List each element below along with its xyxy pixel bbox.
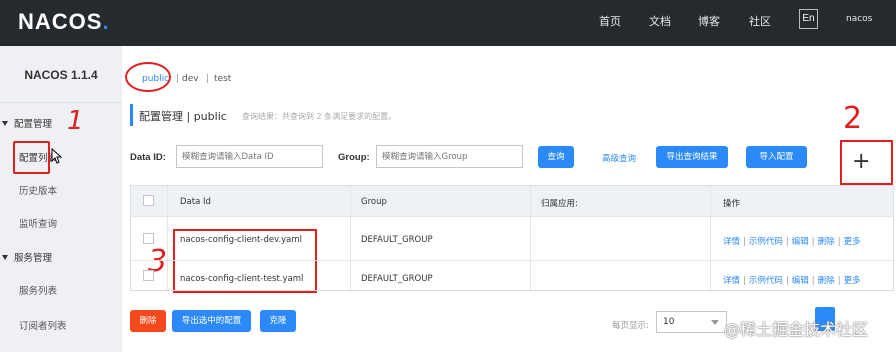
row-checkbox[interactable] [143, 233, 154, 244]
namespace-separator: | [206, 74, 210, 84]
caret-down-icon [2, 121, 8, 126]
watermark: @稀土掘金技术社区 [724, 320, 869, 339]
namespace-tab-test[interactable]: test [214, 74, 231, 84]
version-label: NACOS 1.1.4 [24, 68, 98, 82]
nav-docs[interactable]: 文档 [649, 13, 671, 29]
data-id-field[interactable] [176, 145, 323, 168]
chevron-down-icon [711, 320, 719, 325]
more-link[interactable]: 更多 [844, 237, 861, 247]
advanced-query-link[interactable]: 高级查询 [602, 152, 636, 164]
nav-blog[interactable]: 博客 [698, 13, 720, 29]
row-data-id: nacos-config-client-test.yaml [180, 274, 304, 284]
column-header-group: Group [361, 197, 387, 207]
data-id-label: Data ID: [130, 152, 166, 163]
nacos-logo[interactable]: NACOS. [18, 9, 110, 35]
sidebar-item-listener[interactable]: 监听查询 [19, 216, 57, 230]
sample-code-link[interactable]: 示例代码 [749, 237, 783, 247]
delete-selected-button[interactable]: 删除 [130, 310, 166, 332]
page-size-value: 10 [663, 317, 675, 327]
detail-link[interactable]: 详情 [723, 237, 740, 247]
nav-home[interactable]: 首页 [599, 13, 621, 29]
delete-link[interactable]: 删除 [818, 237, 835, 247]
language-switch[interactable]: En [799, 9, 818, 29]
annotation-number-1: 1 [67, 106, 84, 136]
row-group: DEFAULT_GROUP [361, 274, 433, 284]
row-data-id: nacos-config-client-dev.yaml [180, 235, 303, 245]
sidebar-divider [0, 102, 122, 103]
page-title: 配置管理 | public [139, 110, 227, 123]
delete-link[interactable]: 删除 [818, 276, 835, 286]
group-field[interactable] [376, 145, 523, 168]
sidebar-group-service[interactable]: 服务管理 [0, 250, 52, 264]
mouse-pointer-icon [51, 148, 63, 164]
column-header-data-id: Data Id [180, 197, 211, 207]
row-actions: 详情 | 示例代码 | 编辑 | 删除 | 更多 [723, 237, 861, 247]
select-all-checkbox[interactable] [143, 195, 154, 206]
nav-community[interactable]: 社区 [749, 13, 771, 29]
export-query-button[interactable]: 导出查询结果 [656, 146, 728, 168]
sidebar-item-service-list[interactable]: 服务列表 [19, 283, 57, 297]
column-header-actions: 操作 [723, 199, 741, 209]
row-checkbox[interactable] [143, 270, 154, 281]
title-accent-bar [130, 104, 133, 126]
sidebar-group-config[interactable]: 配置管理 [0, 116, 52, 130]
result-hint: 查询结果：共查询到 2 条满足要求的配置。 [242, 112, 397, 121]
page-size-select[interactable]: 10 [656, 311, 727, 333]
namespace-separator: | [176, 74, 180, 84]
user-name[interactable]: nacos [846, 14, 872, 24]
data-id-input[interactable] [177, 146, 322, 167]
more-link[interactable]: 更多 [844, 276, 861, 286]
query-button[interactable]: 查询 [538, 146, 574, 168]
sample-code-link[interactable]: 示例代码 [749, 276, 783, 286]
row-group: DEFAULT_GROUP [361, 235, 433, 245]
export-selected-button[interactable]: 导出选中的配置 [172, 310, 251, 332]
edit-link[interactable]: 编辑 [792, 276, 809, 286]
row-actions: 详情 | 示例代码 | 编辑 | 删除 | 更多 [723, 276, 861, 286]
group-input[interactable] [377, 146, 522, 167]
top-navbar: NACOS. 首页 文档 博客 社区 En nacos [0, 0, 896, 46]
sidebar-item-subscriber-list[interactable]: 订阅者列表 [19, 318, 67, 332]
group-label: Group: [338, 152, 370, 163]
namespace-tab-public[interactable]: public [142, 74, 169, 84]
sidebar-item-history[interactable]: 历史版本 [19, 183, 57, 197]
import-config-button[interactable]: 导入配置 [746, 146, 807, 168]
add-config-button[interactable]: + [852, 147, 870, 177]
namespace-tab-dev[interactable]: dev [182, 74, 199, 84]
clone-button[interactable]: 克隆 [260, 310, 296, 332]
edit-link[interactable]: 编辑 [792, 237, 809, 247]
detail-link[interactable]: 详情 [723, 276, 740, 286]
caret-down-icon [2, 255, 8, 260]
annotation-box-config-list [13, 141, 50, 174]
config-table: Data Id Group 归属应用: 操作 nacos-config-clie… [130, 185, 894, 291]
annotation-number-2: 2 [843, 101, 863, 136]
column-header-app: 归属应用: [541, 199, 578, 209]
table-header [131, 186, 893, 216]
sidebar: NACOS 1.1.4 配置管理 配置列表 历史版本 监听查询 服务管理 服务列… [0, 46, 122, 352]
page-size-label: 每页显示: [612, 321, 649, 331]
